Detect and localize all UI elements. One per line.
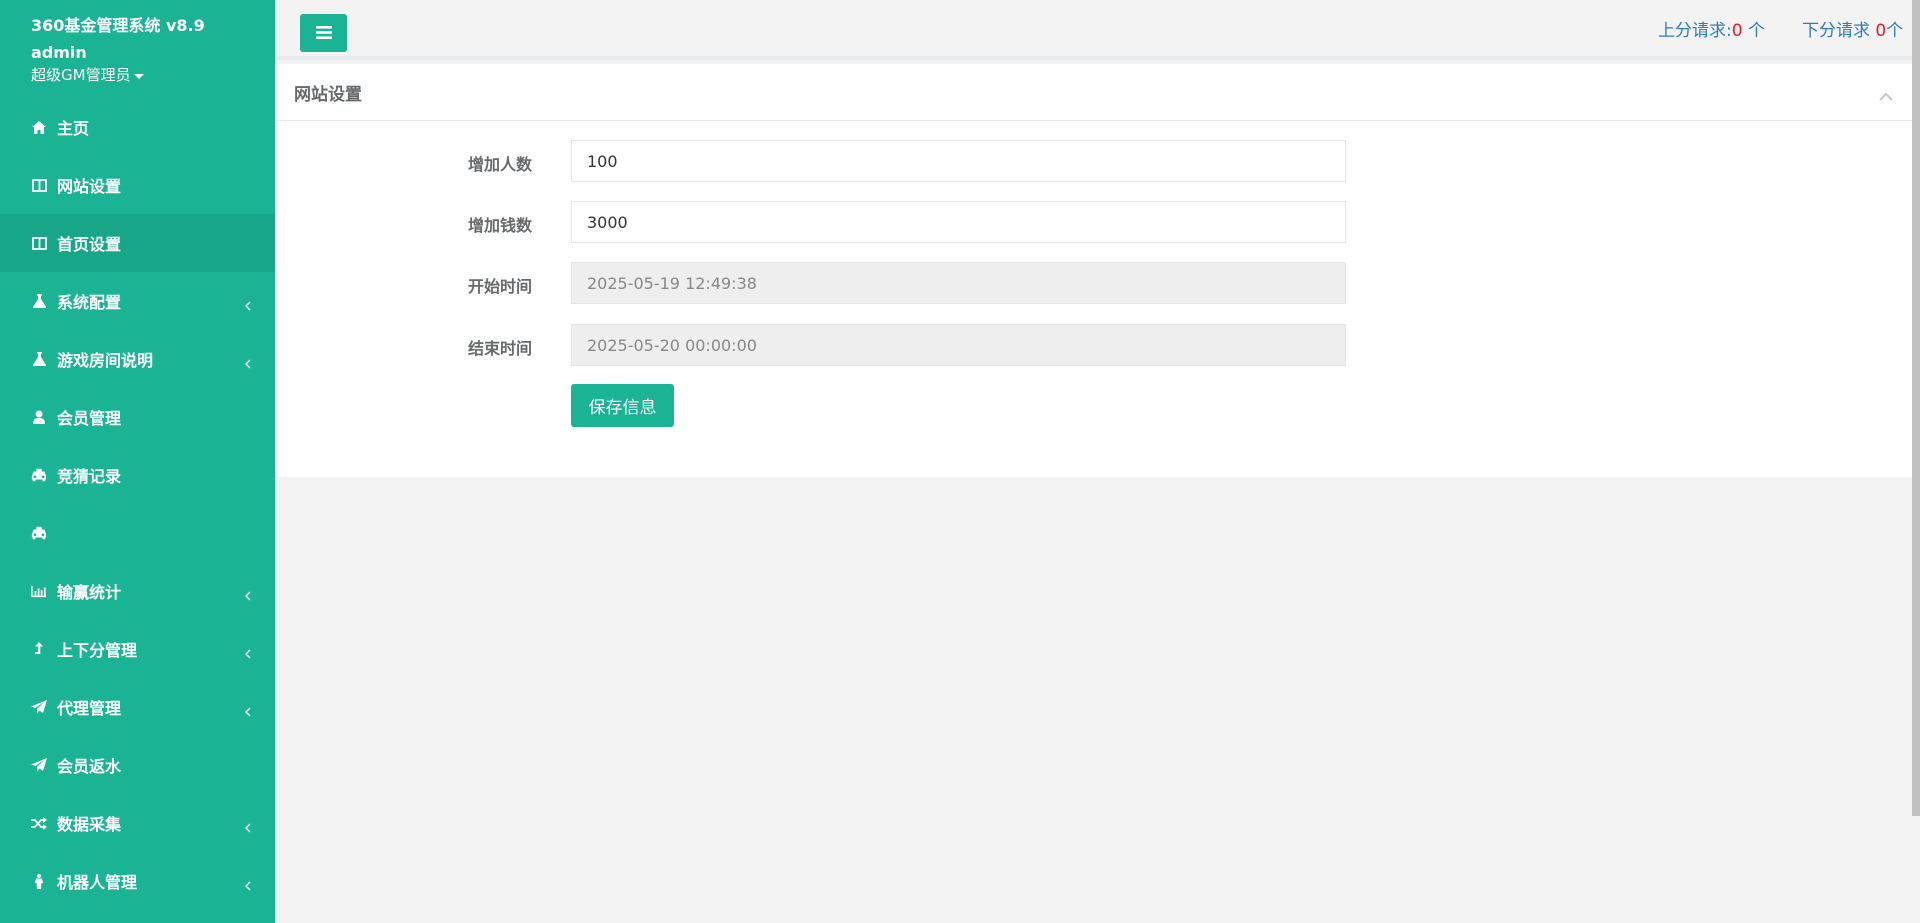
paper-plane-icon <box>31 699 47 715</box>
random-icon <box>31 815 47 831</box>
form-row-start-time: 开始时间 <box>275 262 1912 304</box>
sidebar-item-label: 网站设置 <box>57 177 122 196</box>
up-request-unit: 个 <box>1742 21 1765 41</box>
chevron-left-icon <box>244 354 251 373</box>
sidebar-item-label: 首页设置 <box>57 235 122 254</box>
menu-toggle-button[interactable] <box>300 14 347 52</box>
sidebar-item-member-management[interactable]: 会员管理 <box>0 388 275 446</box>
sidebar-item-label: 会员返水 <box>57 757 122 776</box>
form-row-end-time: 结束时间 <box>275 324 1912 366</box>
chevron-left-icon <box>244 296 251 315</box>
flask-icon <box>31 351 47 367</box>
user-name: admin <box>31 43 87 62</box>
add-money-input[interactable] <box>571 201 1346 243</box>
sidebar-item-label: 游戏房间说明 <box>57 351 154 370</box>
end-time-input[interactable] <box>571 324 1346 366</box>
save-button[interactable]: 保存信息 <box>571 384 674 427</box>
level-up-icon <box>31 641 47 657</box>
sidebar-item-label: 数据采集 <box>57 815 122 834</box>
paper-plane-icon <box>31 757 47 773</box>
sidebar-item-label: 系统配置 <box>57 293 122 312</box>
up-request-count: 0 <box>1731 21 1743 41</box>
up-request-link[interactable]: 上分请求:0 个 <box>1658 16 1765 41</box>
panel-header: 网站设置 <box>275 64 1912 121</box>
columns-icon <box>31 177 47 193</box>
form-row-add-money: 增加钱数 <box>275 201 1912 243</box>
sidebar-item-agent-management[interactable]: 代理管理 <box>0 678 275 736</box>
taxi-icon <box>31 467 47 483</box>
sidebar-item-win-loss-stats[interactable]: 输赢统计 <box>0 562 275 620</box>
sidebar-item-betting-records[interactable]: 竞猜记录 <box>0 446 275 504</box>
user-role-label: 超级GM管理员 <box>31 66 131 84</box>
columns-icon <box>31 235 47 251</box>
start-time-label: 开始时间 <box>468 277 533 296</box>
bars-icon <box>315 24 332 43</box>
add-people-label: 增加人数 <box>468 155 533 174</box>
sidebar: 360基金管理系统 v8.9 admin 超级GM管理员 主页 网站设置 首页设… <box>0 0 275 923</box>
profile: 360基金管理系统 v8.9 admin 超级GM管理员 <box>0 0 275 98</box>
taxi-icon <box>31 525 47 541</box>
add-money-label: 增加钱数 <box>468 216 533 235</box>
up-request-label: 上分请求: <box>1658 21 1732 41</box>
app-title: 360基金管理系统 v8.9 <box>31 16 205 35</box>
sidebar-item-robot-management[interactable]: 机器人管理 <box>0 852 275 910</box>
sidebar-item-member-rebate[interactable]: 会员返水 <box>0 736 275 794</box>
form-row-add-people: 增加人数 <box>275 140 1912 182</box>
sidebar-item-label: 主页 <box>57 119 90 138</box>
bar-chart-icon <box>31 583 47 599</box>
sidebar-item-label: 输赢统计 <box>57 583 122 602</box>
sidebar-item-unnamed[interactable] <box>0 504 275 562</box>
down-request-count: 0 <box>1875 21 1887 41</box>
sidebar-item-site-settings[interactable]: 网站设置 <box>0 156 275 214</box>
home-icon <box>31 119 47 135</box>
chevron-left-icon <box>244 644 251 663</box>
user-icon <box>31 409 47 425</box>
sidebar-item-data-collection[interactable]: 数据采集 <box>0 794 275 852</box>
user-role-dropdown[interactable]: 超级GM管理员 <box>31 64 275 86</box>
sidebar-item-label: 代理管理 <box>57 699 122 718</box>
chevron-left-icon <box>244 702 251 721</box>
panel-title: 网站设置 <box>294 84 362 105</box>
end-time-label: 结束时间 <box>468 339 533 358</box>
sidebar-item-label: 机器人管理 <box>57 873 138 892</box>
start-time-input[interactable] <box>571 262 1346 304</box>
down-request-unit: 个 <box>1886 21 1904 41</box>
chevron-up-icon[interactable] <box>1879 86 1893 105</box>
down-request-label: 下分请求 <box>1802 21 1876 41</box>
add-people-input[interactable] <box>571 140 1346 182</box>
sidebar-item-label: 上下分管理 <box>57 641 138 660</box>
sidebar-item-system-config[interactable]: 系统配置 <box>0 272 275 330</box>
page-scrollbar[interactable] <box>1912 0 1920 816</box>
caret-down-icon <box>133 73 144 79</box>
sidebar-item-label: 会员管理 <box>57 409 122 428</box>
top-bar: 上分请求:0 个 下分请求 0个 <box>275 0 1920 60</box>
site-settings-panel: 网站设置 增加人数 增加钱数 开始时间 结束时间 保存信息 <box>275 64 1912 477</box>
sidebar-item-game-room-info[interactable]: 游戏房间说明 <box>0 330 275 388</box>
sidebar-item-deposit-withdraw[interactable]: 上下分管理 <box>0 620 275 678</box>
chevron-left-icon <box>244 876 251 895</box>
sidebar-item-label: 竞猜记录 <box>57 467 122 486</box>
down-request-link[interactable]: 下分请求 0个 <box>1802 16 1903 41</box>
flask-icon <box>31 293 47 309</box>
sidebar-item-home-settings[interactable]: 首页设置 <box>0 214 275 272</box>
chevron-left-icon <box>244 818 251 837</box>
chevron-left-icon <box>244 586 251 605</box>
male-icon <box>31 873 47 889</box>
sidebar-item-home[interactable]: 主页 <box>0 98 275 156</box>
